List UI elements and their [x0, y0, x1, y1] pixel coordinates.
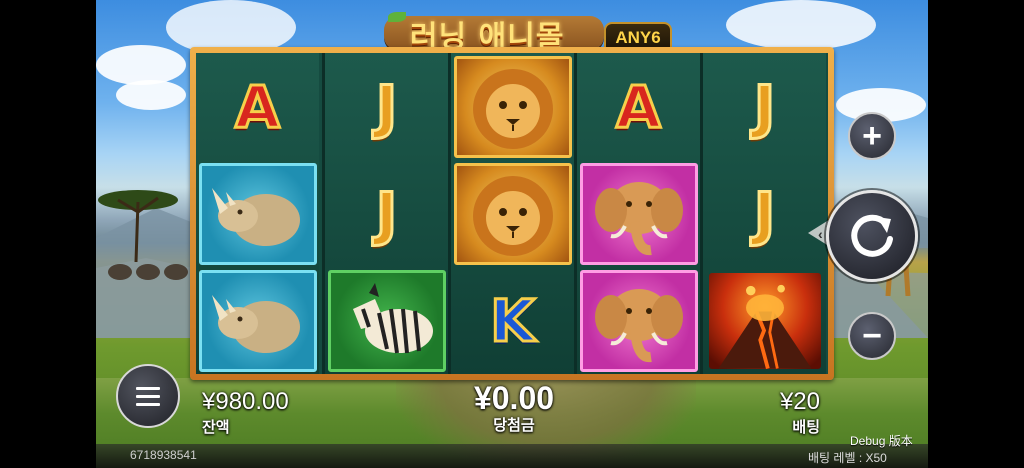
footer-bar: [96, 444, 928, 468]
spin-button[interactable]: [826, 190, 918, 282]
reel-cell: [577, 267, 700, 374]
reel-column: JJ: [322, 53, 448, 374]
reel-cell: K: [451, 267, 574, 374]
symbol-elephant-icon: [579, 269, 698, 372]
chevron-left-icon: ‹: [818, 226, 823, 242]
symbol-j-letter: J: [374, 179, 399, 248]
leaf-decoration: [388, 12, 406, 22]
increase-bet-button[interactable]: +: [848, 112, 896, 160]
symbol-elephant-icon: [579, 162, 698, 265]
reel-grid: AJJKAJJ: [196, 53, 828, 374]
symbol-a-letter: A: [615, 72, 663, 141]
reel-cell: J: [703, 160, 826, 267]
balance-label: 잔액: [202, 419, 230, 436]
reel-cell: [451, 53, 574, 160]
refresh-icon: [851, 214, 893, 257]
symbol-k-letter: K: [489, 286, 537, 355]
acacia-tree: [98, 190, 178, 262]
symbol-lion-icon: [453, 55, 572, 158]
elephant-herd: [108, 264, 188, 280]
symbol-j-letter: J: [752, 72, 777, 141]
game-title-banner: 러닝 애니몰 ANY6: [384, 10, 674, 56]
symbol-volcano-icon: [708, 272, 821, 369]
decrease-bet-button[interactable]: −: [848, 312, 896, 360]
reel-cell: [451, 160, 574, 267]
reel-column: JJ: [700, 53, 826, 374]
cloud: [96, 45, 186, 85]
symbol-j-letter: J: [374, 72, 399, 141]
bet-level-label: 배팅 레벨 : X50: [808, 451, 887, 465]
reel-column: A: [196, 53, 319, 374]
reel-frame: AJJKAJJ: [190, 47, 834, 380]
reel-cell: [577, 160, 700, 267]
bet-value: ¥20: [779, 388, 820, 415]
symbol-lion-icon: [453, 162, 572, 265]
symbol-rhino-icon: [198, 162, 317, 265]
plus-icon: +: [862, 116, 882, 155]
symbol-zebra-icon: [327, 269, 446, 372]
reel-column: A: [574, 53, 700, 374]
reel-cell: A: [577, 53, 700, 160]
debug-version-label: Debug 版本: [850, 434, 913, 448]
symbol-rhino-icon: [198, 269, 317, 372]
balance-value: ¥980.00: [202, 388, 289, 415]
session-id: 6718938541: [130, 448, 197, 462]
reel-cell: J: [703, 53, 826, 160]
cloud: [726, 0, 876, 50]
hamburger-icon: [136, 387, 160, 406]
win-value: ¥0.00: [473, 380, 555, 416]
right-letterbox: [928, 0, 1024, 468]
reel-cell: [703, 267, 826, 374]
symbol-a-letter: A: [234, 72, 282, 141]
reel-cell: [325, 267, 448, 374]
bet-label: 배팅: [792, 419, 820, 436]
reel-column: K: [448, 53, 574, 374]
reel-cell: [196, 267, 319, 374]
minus-icon: −: [862, 316, 882, 355]
reel-cell: [196, 160, 319, 267]
win-label: 당첨금: [493, 417, 535, 434]
left-letterbox: [0, 0, 96, 468]
reel-cell: J: [325, 53, 448, 160]
reel-cell: J: [325, 160, 448, 267]
menu-button[interactable]: [116, 364, 180, 428]
symbol-j-letter: J: [752, 179, 777, 248]
reel-cell: A: [196, 53, 319, 160]
